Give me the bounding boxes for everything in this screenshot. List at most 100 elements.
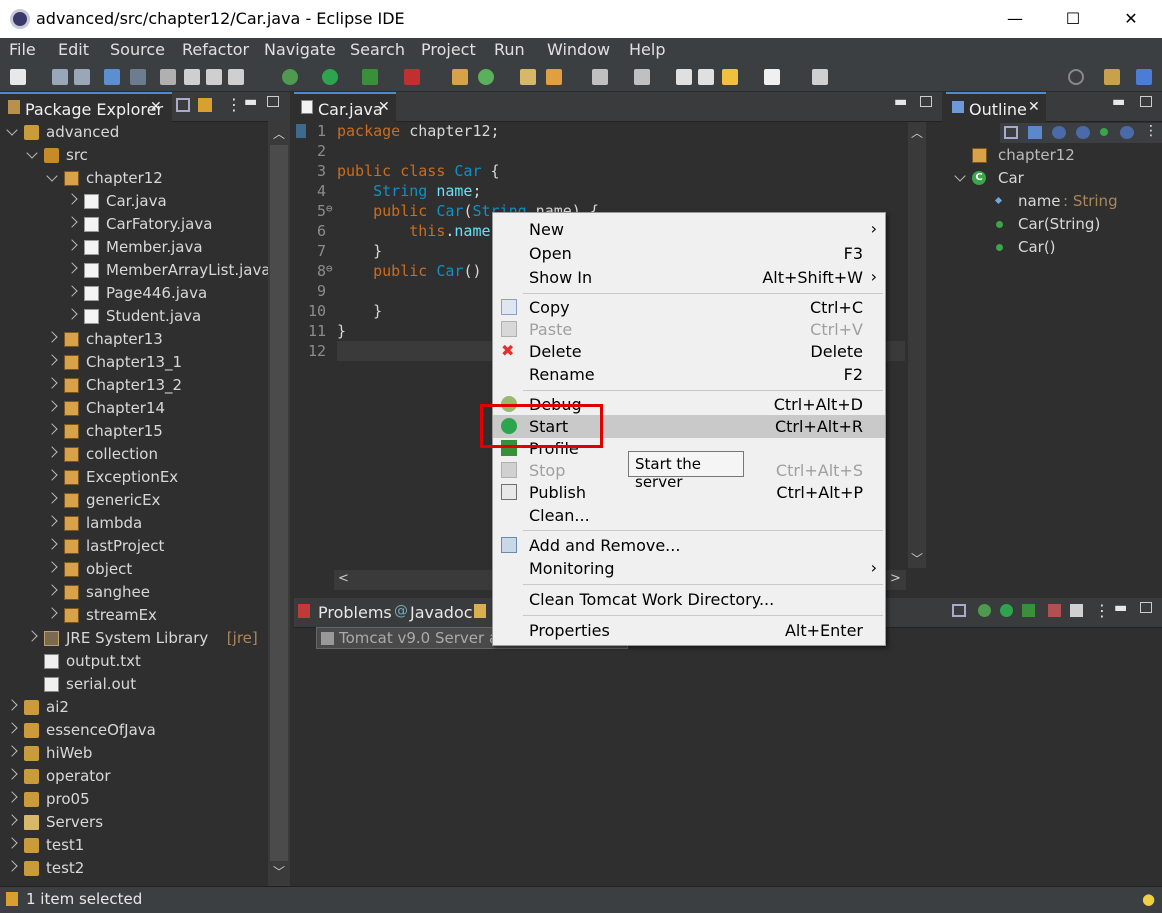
package-tree-item[interactable]: Chapter13_2 — [0, 374, 268, 397]
chevron-right-icon[interactable] — [46, 607, 58, 619]
scroll-down-icon[interactable]: ﹀ — [911, 550, 923, 567]
menu-source[interactable]: Source — [110, 40, 165, 59]
package-tree-item[interactable]: pro05 — [0, 788, 268, 811]
chevron-right-icon[interactable] — [46, 446, 58, 458]
start-server-icon[interactable] — [1000, 604, 1013, 617]
chevron-right-icon[interactable] — [6, 860, 18, 872]
minimize-view-icon[interactable]: ▬ — [1114, 600, 1127, 616]
chevron-right-icon[interactable] — [66, 285, 78, 297]
minimize-button[interactable]: — — [986, 0, 1044, 38]
menu-item-new[interactable]: New › — [493, 218, 885, 241]
chevron-right-icon[interactable] — [46, 469, 58, 481]
tab-car-java[interactable]: Car.java ✕ — [294, 92, 396, 122]
toggle-comment-icon[interactable] — [160, 69, 176, 85]
chevron-down-icon[interactable] — [954, 170, 966, 182]
chevron-down-icon[interactable] — [46, 170, 58, 182]
chevron-right-icon[interactable] — [6, 791, 18, 803]
tab-package-explorer[interactable]: Package Explorer ✕ — [0, 92, 172, 122]
chevron-right-icon[interactable] — [66, 216, 78, 228]
scroll-right-icon[interactable]: > — [890, 571, 901, 586]
package-tree-item[interactable]: streamEx — [0, 604, 268, 627]
package-tree-item[interactable]: MemberArrayList.java — [0, 259, 268, 282]
new-java-package-icon[interactable] — [452, 69, 468, 85]
menu-item-delete[interactable]: ✖ Delete Delete — [493, 340, 885, 363]
chevron-right-icon[interactable] — [66, 308, 78, 320]
package-tree-item[interactable]: Servers — [0, 811, 268, 834]
package-tree-item[interactable]: Page446.java — [0, 282, 268, 305]
sort-icon[interactable] — [1028, 126, 1042, 139]
chevron-right-icon[interactable] — [6, 699, 18, 711]
forward-edit-icon[interactable] — [698, 69, 714, 85]
chevron-right-icon[interactable] — [6, 768, 18, 780]
menu-refactor[interactable]: Refactor — [182, 40, 249, 59]
save-icon[interactable] — [52, 69, 68, 85]
package-tree-item[interactable]: ai2 — [0, 696, 268, 719]
chevron-right-icon[interactable] — [46, 492, 58, 504]
prev-annotation-icon[interactable] — [634, 69, 650, 85]
chevron-right-icon[interactable] — [46, 561, 58, 573]
save-all-icon[interactable] — [74, 69, 90, 85]
package-tree-item[interactable]: advanced — [0, 121, 268, 144]
fold-toggle-icon[interactable]: ⊖ — [326, 202, 333, 215]
package-tree-scrollbar[interactable]: ︿ ﹀ — [268, 121, 290, 886]
chevron-right-icon[interactable] — [46, 423, 58, 435]
menu-item-clean[interactable]: Clean... — [493, 504, 885, 527]
menu-file[interactable]: File — [9, 40, 36, 59]
package-tree-item[interactable]: sanghee — [0, 581, 268, 604]
package-tree-item[interactable]: chapter12 — [0, 167, 268, 190]
minimize-view-icon[interactable]: ▬ — [1112, 94, 1125, 110]
chevron-right-icon[interactable] — [66, 193, 78, 205]
editor-vscrollbar[interactable]: ︿ ﹀ — [908, 122, 926, 568]
close-tab-icon[interactable]: ✕ — [378, 99, 390, 115]
scroll-thumb[interactable] — [270, 145, 288, 861]
maximize-view-icon[interactable] — [1140, 96, 1152, 107]
new-java-class-icon[interactable] — [478, 69, 494, 85]
view-menu-icon[interactable]: ⋮ — [1144, 123, 1158, 139]
package-tree-item[interactable]: Chapter13_1 — [0, 351, 268, 374]
menu-help[interactable]: Help — [629, 40, 665, 59]
chevron-right-icon[interactable] — [46, 538, 58, 550]
minimize-view-icon[interactable]: ▬ — [894, 94, 907, 110]
chevron-right-icon[interactable] — [6, 814, 18, 826]
publish-server-icon[interactable] — [1070, 604, 1083, 617]
tab-outline[interactable]: Outline ✕ — [946, 92, 1046, 122]
stop-server-icon[interactable] — [1048, 604, 1061, 617]
package-tree-item[interactable]: genericEx — [0, 489, 268, 512]
package-tree-item[interactable]: test1 — [0, 834, 268, 857]
view-menu-icon[interactable]: ⋮ — [226, 95, 242, 114]
open-type-icon[interactable] — [520, 69, 536, 85]
package-tree-item[interactable]: serial.out — [0, 673, 268, 696]
debug-icon[interactable] — [282, 69, 298, 85]
maximize-view-icon[interactable] — [267, 96, 279, 107]
console-icon[interactable] — [104, 69, 120, 85]
menu-item-properties[interactable]: Properties Alt+Enter — [493, 619, 885, 642]
package-tree-item[interactable]: object — [0, 558, 268, 581]
chevron-right-icon[interactable] — [46, 584, 58, 596]
menu-edit[interactable]: Edit — [58, 40, 89, 59]
package-tree-item[interactable]: lambda — [0, 512, 268, 535]
scroll-up-icon[interactable]: ︿ — [911, 124, 923, 141]
package-tree-item[interactable]: Member.java — [0, 236, 268, 259]
last-edit-icon[interactable] — [676, 69, 692, 85]
package-tree-item[interactable]: lastProject — [0, 535, 268, 558]
package-tree-item[interactable]: output.txt — [0, 650, 268, 673]
outline-item-package[interactable]: chapter12 — [946, 144, 1162, 167]
outline-item-field[interactable]: name : String — [946, 190, 1162, 213]
package-tree-item[interactable]: Car.java — [0, 190, 268, 213]
menu-item-add-remove[interactable]: Add and Remove... — [493, 534, 885, 557]
package-tree-item[interactable]: operator — [0, 765, 268, 788]
package-tree-item[interactable]: chapter13 — [0, 328, 268, 351]
outline-item-class[interactable]: C Car — [946, 167, 1162, 190]
hide-static-icon[interactable] — [1076, 126, 1090, 139]
package-tree-item[interactable]: essenceOfJava — [0, 719, 268, 742]
menu-item-copy[interactable]: Copy Ctrl+C — [493, 296, 885, 319]
chevron-right-icon[interactable] — [6, 837, 18, 849]
scroll-up-icon[interactable]: ︿ — [273, 125, 285, 142]
word-wrap-icon[interactable] — [228, 69, 244, 85]
tab-javadoc[interactable]: Javadoc — [410, 603, 473, 622]
package-tree-item[interactable]: collection — [0, 443, 268, 466]
chevron-right-icon[interactable] — [6, 722, 18, 734]
coverage-icon[interactable] — [362, 69, 378, 85]
pin-editor-icon[interactable] — [812, 69, 828, 85]
menu-item-paste[interactable]: Paste Ctrl+V — [493, 318, 885, 341]
